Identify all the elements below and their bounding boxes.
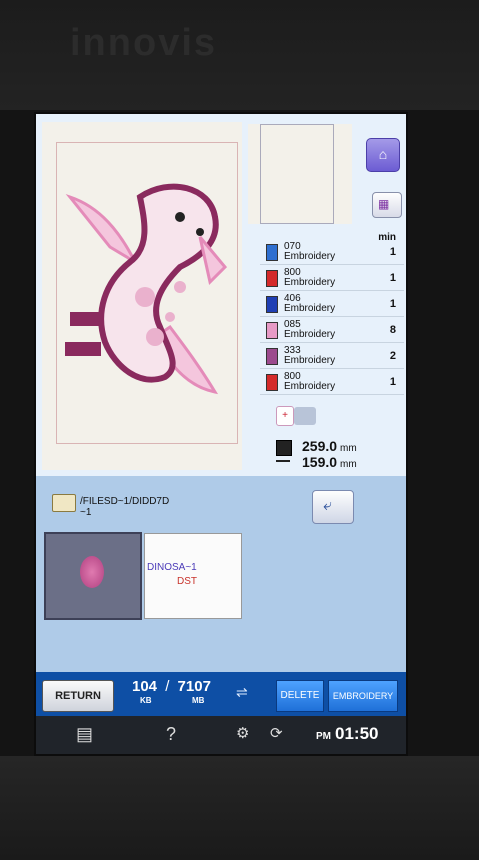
size-icon <box>276 440 292 456</box>
thread-name: Embroidery <box>284 303 336 314</box>
thread-row: 800 Embroidery 1 <box>260 370 404 395</box>
folder-up-button[interactable]: ⤶ <box>312 490 354 524</box>
delete-button[interactable]: DELETE <box>276 680 324 712</box>
memory-readout: 104 / 7107 KB MB <box>132 678 211 705</box>
file-thumbnail[interactable] <box>44 532 142 620</box>
help-button[interactable]: ? <box>166 724 176 745</box>
design-preview <box>42 122 242 470</box>
memory-used-unit: KB <box>140 696 152 705</box>
thread-swatch <box>266 270 278 287</box>
folder-icon <box>52 494 76 512</box>
file-browser: /FILESD~1/DIDD7D ~1 ⤶ DINOSA~1 DST <box>36 476 406 672</box>
thread-min: 1 <box>389 376 396 388</box>
thread-row: 406 Embroidery 1 <box>260 292 404 317</box>
design-thumb-image <box>80 556 104 588</box>
thread-name: Embroidery <box>284 355 336 366</box>
thread-row: 800 Embroidery 1 <box>260 266 404 291</box>
device-bezel-top: innovis <box>0 0 479 110</box>
plus-icon: + <box>276 406 294 426</box>
thumbnail-frame <box>260 124 334 224</box>
thread-name: Embroidery <box>284 381 336 392</box>
memory-total: 7107 <box>177 678 211 695</box>
return-button[interactable]: RETURN <box>42 680 114 712</box>
thread-swatch <box>266 296 278 313</box>
memory-used: 104 <box>132 678 158 695</box>
thread-name: Embroidery <box>284 277 336 288</box>
home-button[interactable]: ⌂ <box>366 138 400 172</box>
machine-screen: ⌂ ▦ min 070 Embroidery 1 800 Embroidery … <box>34 112 408 756</box>
size-width: 259.0 mm <box>302 438 357 454</box>
size-height: 159.0 mm <box>302 454 357 470</box>
memory-total-unit: MB <box>192 696 205 705</box>
thread-row: 070 Embroidery 1 <box>260 240 404 265</box>
thread-swatch <box>266 244 278 261</box>
embroidery-button[interactable]: EMBROIDERY <box>328 680 398 712</box>
thread-row: 085 Embroidery 8 <box>260 318 404 343</box>
thread-min: 8 <box>389 324 396 336</box>
dinosaur-design-image <box>65 183 228 395</box>
file-card[interactable]: DINOSA~1 DST <box>144 533 242 619</box>
document-icon[interactable]: ▤ <box>76 724 93 745</box>
spool-icon <box>294 407 316 425</box>
width-arrow-icon <box>276 460 290 462</box>
thread-min: 2 <box>389 350 396 362</box>
thread-swatch <box>266 322 278 339</box>
status-bar: ▤ ? ⚙ ⟳ PM 01:50 <box>36 716 406 754</box>
thread-swatch <box>266 374 278 391</box>
file-name: DINOSA~1 <box>147 562 197 573</box>
thread-row: 333 Embroidery 2 <box>260 344 404 369</box>
machine-button[interactable]: ▦ <box>372 192 402 218</box>
clock: PM 01:50 <box>316 724 379 743</box>
thread-min: 1 <box>389 272 396 284</box>
folder-path: /FILESD~1/DIDD7D ~1 <box>80 496 170 518</box>
usb-icon: ⇌ <box>236 684 248 700</box>
device-bezel-bottom <box>0 756 479 860</box>
thread-swatch <box>266 348 278 365</box>
brand-label: innovis <box>70 22 218 64</box>
file-type: DST <box>177 576 197 587</box>
thread-min: 1 <box>389 246 396 258</box>
design-size: 259.0 mm 159.0 mm <box>276 438 406 472</box>
thread-name: Embroidery <box>284 329 336 340</box>
settings-icon[interactable]: ⚙ <box>236 724 249 742</box>
thread-spool-button[interactable]: + <box>276 404 316 430</box>
thread-min: 1 <box>389 298 396 310</box>
refresh-icon[interactable]: ⟳ <box>270 724 283 742</box>
thread-name: Embroidery <box>284 251 336 262</box>
design-thumbnail <box>248 124 352 224</box>
home-icon: ⌂ <box>378 146 388 162</box>
folder-up-icon: ⤶ <box>323 497 332 514</box>
machine-icon: ▦ <box>378 197 390 211</box>
bottom-toolbar: RETURN 104 / 7107 KB MB ⇌ DELETE EMBROID… <box>36 672 406 716</box>
